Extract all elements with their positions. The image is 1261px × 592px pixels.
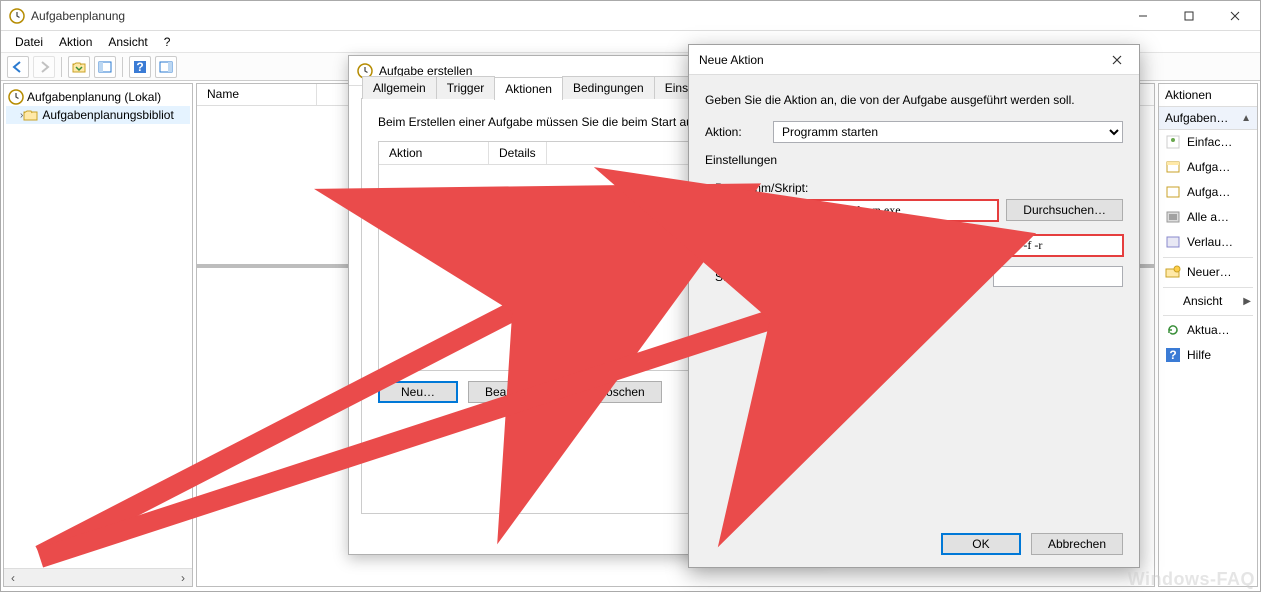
toolbar-help-icon[interactable]: ? — [129, 56, 151, 78]
nav-forward-button[interactable] — [33, 56, 55, 78]
action-history[interactable]: Verlau… — [1159, 230, 1257, 255]
chevron-right-icon: ▶ — [1243, 296, 1251, 307]
action-basic-task[interactable]: Einfac… — [1159, 130, 1257, 155]
title-text: Aufgabenplanung — [31, 9, 1120, 23]
help-icon: ? — [1165, 347, 1181, 363]
th-action[interactable]: Aktion — [379, 142, 489, 164]
edit-action-button[interactable]: Bearbeiten… — [468, 381, 572, 403]
toolbar-actionpane-icon[interactable] — [155, 56, 177, 78]
clock-icon — [8, 89, 24, 105]
close-button[interactable] — [1212, 1, 1258, 31]
menu-help[interactable]: ? — [158, 33, 177, 51]
action-new-folder[interactable]: Neuer… — [1159, 260, 1257, 285]
maximize-button[interactable] — [1166, 1, 1212, 31]
tab-actions[interactable]: Aktionen — [494, 77, 563, 100]
title-bar: Aufgabenplanung — [1, 1, 1260, 31]
scroll-right-icon[interactable]: › — [174, 569, 192, 587]
folder-icon — [23, 107, 39, 123]
tree-pane: Aufgabenplanung (Lokal) › Aufgabenplanun… — [3, 83, 193, 587]
action-view[interactable]: Ansicht▶ — [1159, 290, 1257, 313]
svg-text:?: ? — [1169, 348, 1176, 362]
menu-view[interactable]: Ansicht — [102, 33, 153, 51]
refresh-icon — [1165, 322, 1181, 338]
tree-root-label: Aufgabenplanung (Lokal) — [27, 90, 161, 104]
tree-scrollbar[interactable]: ‹ › — [4, 568, 192, 586]
actions-header: Aktionen — [1159, 84, 1257, 107]
history-icon — [1165, 234, 1181, 250]
actions-group-label: Aufgaben… — [1165, 111, 1228, 125]
menu-file[interactable]: Datei — [9, 33, 49, 51]
close-button[interactable] — [1095, 45, 1139, 75]
actions-group[interactable]: Aufgaben… ▲ — [1159, 107, 1257, 130]
list-icon — [1165, 209, 1181, 225]
new-folder-icon — [1165, 264, 1181, 280]
startin-label: Starten in (optional): — [715, 270, 823, 284]
new-action-title: Neue Aktion — [699, 53, 764, 67]
import-icon — [1165, 184, 1181, 200]
startin-input[interactable] — [993, 266, 1123, 287]
action-label: Aktion: — [705, 125, 765, 139]
svg-text:?: ? — [136, 60, 143, 74]
program-label: Programm/Skript: — [715, 181, 1123, 195]
program-input[interactable] — [715, 200, 998, 221]
scroll-left-icon[interactable]: ‹ — [4, 569, 22, 587]
delete-action-button[interactable]: Löschen — [582, 381, 662, 403]
actions-pane: Aktionen Aufgaben… ▲ Einfac… Aufga… Aufg… — [1158, 83, 1258, 587]
action-refresh[interactable]: Aktua… — [1159, 318, 1257, 343]
cancel-button[interactable]: Abbrechen — [1031, 533, 1123, 555]
app-icon — [9, 8, 25, 24]
action-create-task[interactable]: Aufga… — [1159, 155, 1257, 180]
tab-triggers[interactable]: Trigger — [436, 76, 496, 99]
new-action-button[interactable]: Neu… — [378, 381, 458, 403]
task-icon — [1165, 159, 1181, 175]
new-action-desc: Geben Sie die Aktion an, die von der Auf… — [705, 93, 1123, 107]
ok-button[interactable]: OK — [941, 533, 1021, 555]
toolbar-pane-icon[interactable] — [94, 56, 116, 78]
menu-action[interactable]: Aktion — [53, 33, 98, 51]
collapse-icon: ▲ — [1241, 113, 1251, 124]
tree-library[interactable]: › Aufgabenplanungsbibliot — [6, 106, 190, 124]
action-type-select[interactable]: Programm starten — [773, 121, 1123, 143]
wizard-icon — [1165, 134, 1181, 150]
action-help[interactable]: ?Hilfe — [1159, 343, 1257, 368]
minimize-button[interactable] — [1120, 1, 1166, 31]
tree-root[interactable]: Aufgabenplanung (Lokal) — [6, 88, 190, 106]
tab-conditions[interactable]: Bedingungen — [562, 76, 655, 99]
arguments-input[interactable] — [993, 235, 1123, 256]
browse-button[interactable]: Durchsuchen… — [1006, 199, 1123, 221]
tree-library-label: Aufgabenplanungsbibliot — [42, 108, 173, 122]
settings-label: Einstellungen — [705, 153, 1123, 167]
action-import[interactable]: Aufga… — [1159, 180, 1257, 205]
col-name[interactable]: Name — [197, 84, 317, 105]
toolbar-folder-icon[interactable] — [68, 56, 90, 78]
action-show-all[interactable]: Alle a… — [1159, 205, 1257, 230]
new-action-titlebar: Neue Aktion — [689, 45, 1139, 75]
arguments-label: Argumente hinzufügen (optional): — [715, 239, 892, 253]
tab-general[interactable]: Allgemein — [362, 76, 437, 99]
nav-back-button[interactable] — [7, 56, 29, 78]
th-details[interactable]: Details — [489, 142, 547, 164]
new-action-dialog: Neue Aktion Geben Sie die Aktion an, die… — [688, 44, 1140, 568]
